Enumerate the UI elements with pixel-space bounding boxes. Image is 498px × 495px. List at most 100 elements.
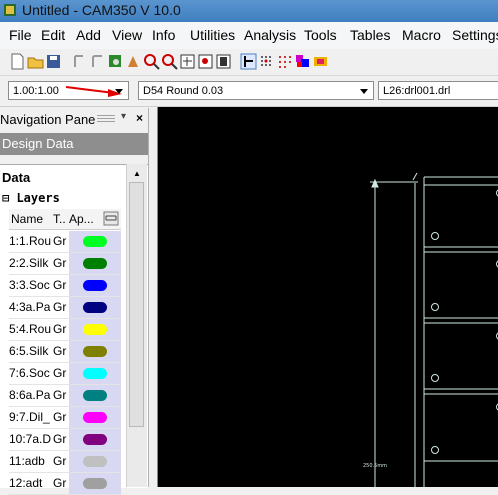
menu-tables[interactable]: Tables	[350, 27, 390, 43]
layer-row[interactable]: 7:6.SocGr	[9, 363, 121, 385]
layer-select[interactable]: L26:drl001.drl	[378, 81, 498, 100]
layer-name: 6:5.Silk	[9, 344, 53, 358]
scroll-thumb[interactable]	[129, 182, 144, 427]
layer-color-swatch[interactable]	[83, 236, 107, 247]
menu-edit[interactable]: Edit	[41, 27, 65, 43]
menu-analysis[interactable]: Analysis	[244, 27, 296, 43]
layer-color-swatch[interactable]	[83, 456, 107, 467]
layer-name: 5:4.Rou	[9, 322, 53, 336]
chevron-down-icon[interactable]	[360, 89, 368, 94]
title-bar: Untitled - CAM350 V 10.0	[0, 0, 498, 22]
layer-row[interactable]: 9:7.Dil_Gr	[9, 407, 121, 429]
col-type[interactable]: T..	[53, 212, 66, 226]
redraw-icon[interactable]	[197, 53, 214, 70]
chevron-down-icon[interactable]	[115, 89, 123, 94]
grip-icon[interactable]	[97, 115, 115, 123]
layer-row[interactable]: 4:3a.PaGr	[9, 297, 121, 319]
layer-color-swatch[interactable]	[83, 434, 107, 445]
drawing-canvas[interactable]: 250.5mm	[157, 107, 498, 487]
layer-name: 8:6a.Pa	[9, 388, 53, 402]
menu-file[interactable]: File	[9, 27, 32, 43]
layer-color-swatch[interactable]	[83, 390, 107, 401]
layers-scrollbar[interactable]: ▲	[126, 164, 147, 487]
scroll-up-icon[interactable]: ▲	[133, 169, 141, 178]
navigation-pane: Navigation Pane ▾ × Design Data Data ⊟ L…	[0, 108, 149, 487]
layer-row[interactable]: 2:2.SilkGr	[9, 253, 121, 275]
pad-cell	[424, 323, 498, 389]
undo-icon[interactable]	[71, 53, 88, 70]
zoom-all-icon[interactable]	[179, 53, 196, 70]
zoom-out-icon[interactable]	[161, 53, 178, 70]
layer-row[interactable]: 1:1.RouGr	[9, 231, 121, 253]
pad-cell	[424, 252, 498, 318]
window-title: Untitled - CAM350 V 10.0	[22, 2, 181, 18]
layer-color-swatch[interactable]	[83, 302, 107, 313]
menu-view[interactable]: View	[112, 27, 142, 43]
drill-hole	[432, 447, 439, 454]
redo-icon[interactable]	[89, 53, 106, 70]
pixel-grid-icon[interactable]	[276, 53, 293, 70]
data-label: Data	[2, 170, 30, 185]
layer-name: 1:1.Rou	[9, 234, 53, 248]
layer-color-swatch[interactable]	[83, 368, 107, 379]
dcode-value: D54 Round 0.03	[143, 85, 223, 97]
menu-add[interactable]: Add	[76, 27, 101, 43]
layer-color-swatch[interactable]	[83, 478, 107, 489]
menu-macro[interactable]: Macro	[402, 27, 441, 43]
dcode-select[interactable]: D54 Round 0.03	[138, 81, 374, 100]
layer-type: Gr	[53, 234, 67, 248]
layer-type: Gr	[53, 410, 67, 424]
main-toolbar	[0, 49, 498, 76]
dimension-label: 250.5mm	[363, 463, 387, 469]
layers-bar-icon[interactable]	[215, 53, 232, 70]
pad-cell	[424, 394, 498, 461]
layer-row[interactable]: 12:adtGr	[9, 473, 121, 495]
layer-row[interactable]: 10:7a.DGr	[9, 429, 121, 451]
pin-icon[interactable]: ▾	[121, 111, 126, 122]
menu-info[interactable]: Info	[152, 27, 175, 43]
zoom-in-icon[interactable]	[143, 53, 160, 70]
zoom-window-icon[interactable]	[107, 53, 124, 70]
layer-row[interactable]: 3:3.SocGr	[9, 275, 121, 297]
layer-color-swatch[interactable]	[83, 346, 107, 357]
close-icon[interactable]: ×	[136, 111, 143, 125]
layer-color-swatch[interactable]	[83, 258, 107, 269]
highlight-icon[interactable]	[312, 53, 329, 70]
open-folder-icon[interactable]	[27, 53, 44, 70]
drill-hole	[432, 375, 439, 382]
layer-color-swatch[interactable]	[83, 280, 107, 291]
col-appearance[interactable]: Ap...	[69, 212, 94, 226]
grid-icon[interactable]	[258, 53, 275, 70]
layer-type: Gr	[53, 256, 67, 270]
color-layers-icon[interactable]	[294, 53, 311, 70]
design-data-tab[interactable]: Design Data	[0, 133, 148, 155]
pad-cell	[424, 185, 498, 247]
column-settings-icon[interactable]	[103, 211, 119, 226]
new-file-icon[interactable]	[9, 53, 26, 70]
layer-type: Gr	[53, 454, 67, 468]
col-name[interactable]: Name	[11, 212, 43, 226]
save-icon[interactable]	[45, 53, 62, 70]
nav-pane-header: Navigation Pane ▾ ×	[0, 108, 148, 130]
zoom-scale-select[interactable]: 1.00:1.00	[8, 81, 129, 100]
layer-name: 7:6.Soc	[9, 366, 53, 380]
layer-type: Gr	[53, 476, 67, 490]
menu-utilities[interactable]: Utilities	[190, 27, 235, 43]
layer-type: Gr	[53, 432, 67, 446]
layer-type: Gr	[53, 300, 67, 314]
pan-icon[interactable]	[125, 53, 142, 70]
snap-icon[interactable]	[240, 53, 257, 70]
layer-color-swatch[interactable]	[83, 324, 107, 335]
layer-row[interactable]: 5:4.RouGr	[9, 319, 121, 341]
menu-tools[interactable]: Tools	[304, 27, 337, 43]
layer-row[interactable]: 6:5.SilkGr	[9, 341, 121, 363]
menu-settings[interactable]: Settings	[452, 27, 498, 43]
layer-color-swatch[interactable]	[83, 412, 107, 423]
layer-row[interactable]: 11:adbGr	[9, 451, 121, 473]
layers-node[interactable]: ⊟ Layers	[2, 191, 60, 205]
layer-type: Gr	[53, 366, 67, 380]
layer-row[interactable]: 8:6a.PaGr	[9, 385, 121, 407]
menu-bar: File Edit Add View Info Utilities Analys…	[0, 22, 498, 50]
layer-type: Gr	[53, 388, 67, 402]
layer-name: 11:adb	[9, 454, 53, 468]
